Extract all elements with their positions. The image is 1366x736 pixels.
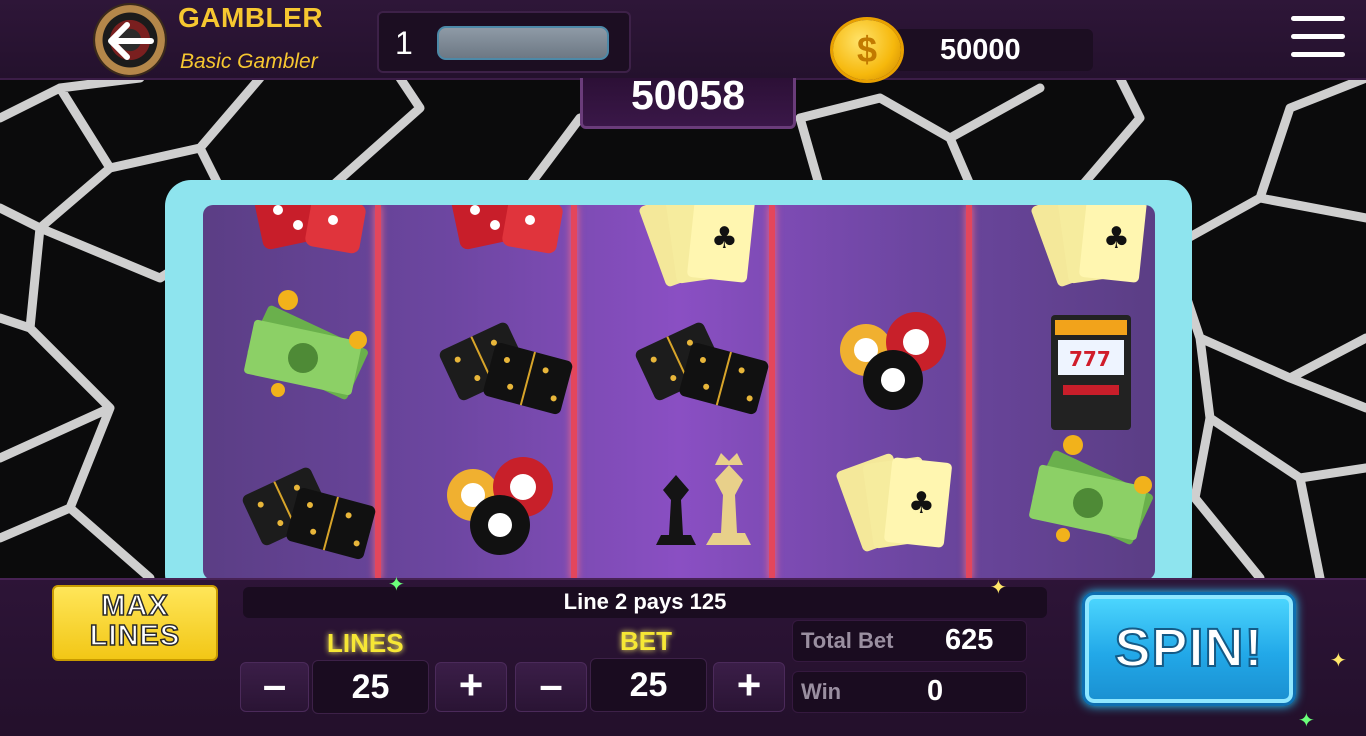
sparkle-decoration: ✦	[388, 574, 405, 596]
reel-symbol-slot-machine: 777	[1003, 280, 1155, 430]
jackpot-display: 50058	[580, 72, 796, 129]
svg-text:♣: ♣	[1103, 221, 1130, 256]
reel-symbol-dominoes	[611, 280, 787, 430]
sparkle-decoration: ✦	[1330, 650, 1347, 672]
spin-button[interactable]: SPIN!	[1082, 592, 1296, 706]
win-box: Win 0	[792, 671, 1027, 713]
coin-balance: 50000	[895, 29, 1093, 71]
jackpot-value: 50058	[630, 72, 745, 118]
bet-decrease-button[interactable]: –	[515, 662, 587, 712]
spin-label: SPIN!	[1113, 617, 1264, 679]
win-label: Win	[801, 679, 842, 704]
user-rank: Basic Gambler	[180, 50, 318, 73]
bet-label: BET	[620, 626, 672, 656]
bet-value: 25	[590, 658, 707, 712]
lines-increase-button[interactable]: +	[435, 662, 507, 712]
total-bet-value: 625	[945, 624, 994, 656]
sparkle-decoration: ✦	[1298, 710, 1315, 732]
total-bet-label: Total Bet	[801, 628, 894, 653]
dollar-coin-icon: $	[833, 20, 901, 80]
bet-increase-button[interactable]: +	[713, 662, 785, 712]
reel-symbol-dominoes	[415, 280, 591, 430]
lines-value: 25	[312, 660, 429, 714]
coin-balance-value: 50000	[940, 34, 1021, 66]
avatar-back-button[interactable]	[95, 5, 165, 75]
top-bar: GAMBLER Basic Gambler 1 50000 $	[0, 0, 1366, 80]
reel-symbol-chess-pieces	[611, 425, 787, 575]
svg-text:♣: ♣	[908, 486, 935, 521]
max-lines-label: MAX LINES	[89, 590, 181, 652]
hamburger-menu-icon[interactable]	[1291, 16, 1345, 62]
max-lines-button[interactable]: MAX LINES	[52, 585, 218, 661]
svg-text:♣: ♣	[711, 221, 738, 256]
reel-symbol-money	[218, 280, 394, 430]
level-display: 1	[377, 11, 631, 73]
reel-symbol-billiard-balls	[808, 280, 984, 430]
reels-area: ♣ ♣ ♣ 777	[203, 205, 1155, 580]
reel-symbol-playing-cards: ♣	[808, 425, 984, 575]
level-progress-bar	[437, 26, 609, 60]
svg-text:777: 777	[1069, 347, 1111, 371]
lines-label: LINES	[327, 628, 404, 658]
total-bet-box: Total Bet 625	[792, 620, 1027, 662]
reel-symbol-billiard-balls	[415, 425, 591, 575]
lines-decrease-button[interactable]: –	[240, 662, 309, 712]
message-bar: Line 2 pays 125	[243, 587, 1047, 618]
win-value: 0	[927, 675, 944, 707]
payout-message: Line 2 pays 125	[563, 589, 727, 614]
user-name: GAMBLER	[178, 2, 324, 33]
sparkle-decoration: ✦	[990, 577, 1007, 599]
reel-symbol-money	[1003, 425, 1155, 575]
reel-symbol-dominoes	[218, 425, 394, 575]
back-arrow-icon	[108, 22, 154, 60]
level-number: 1	[395, 25, 413, 61]
